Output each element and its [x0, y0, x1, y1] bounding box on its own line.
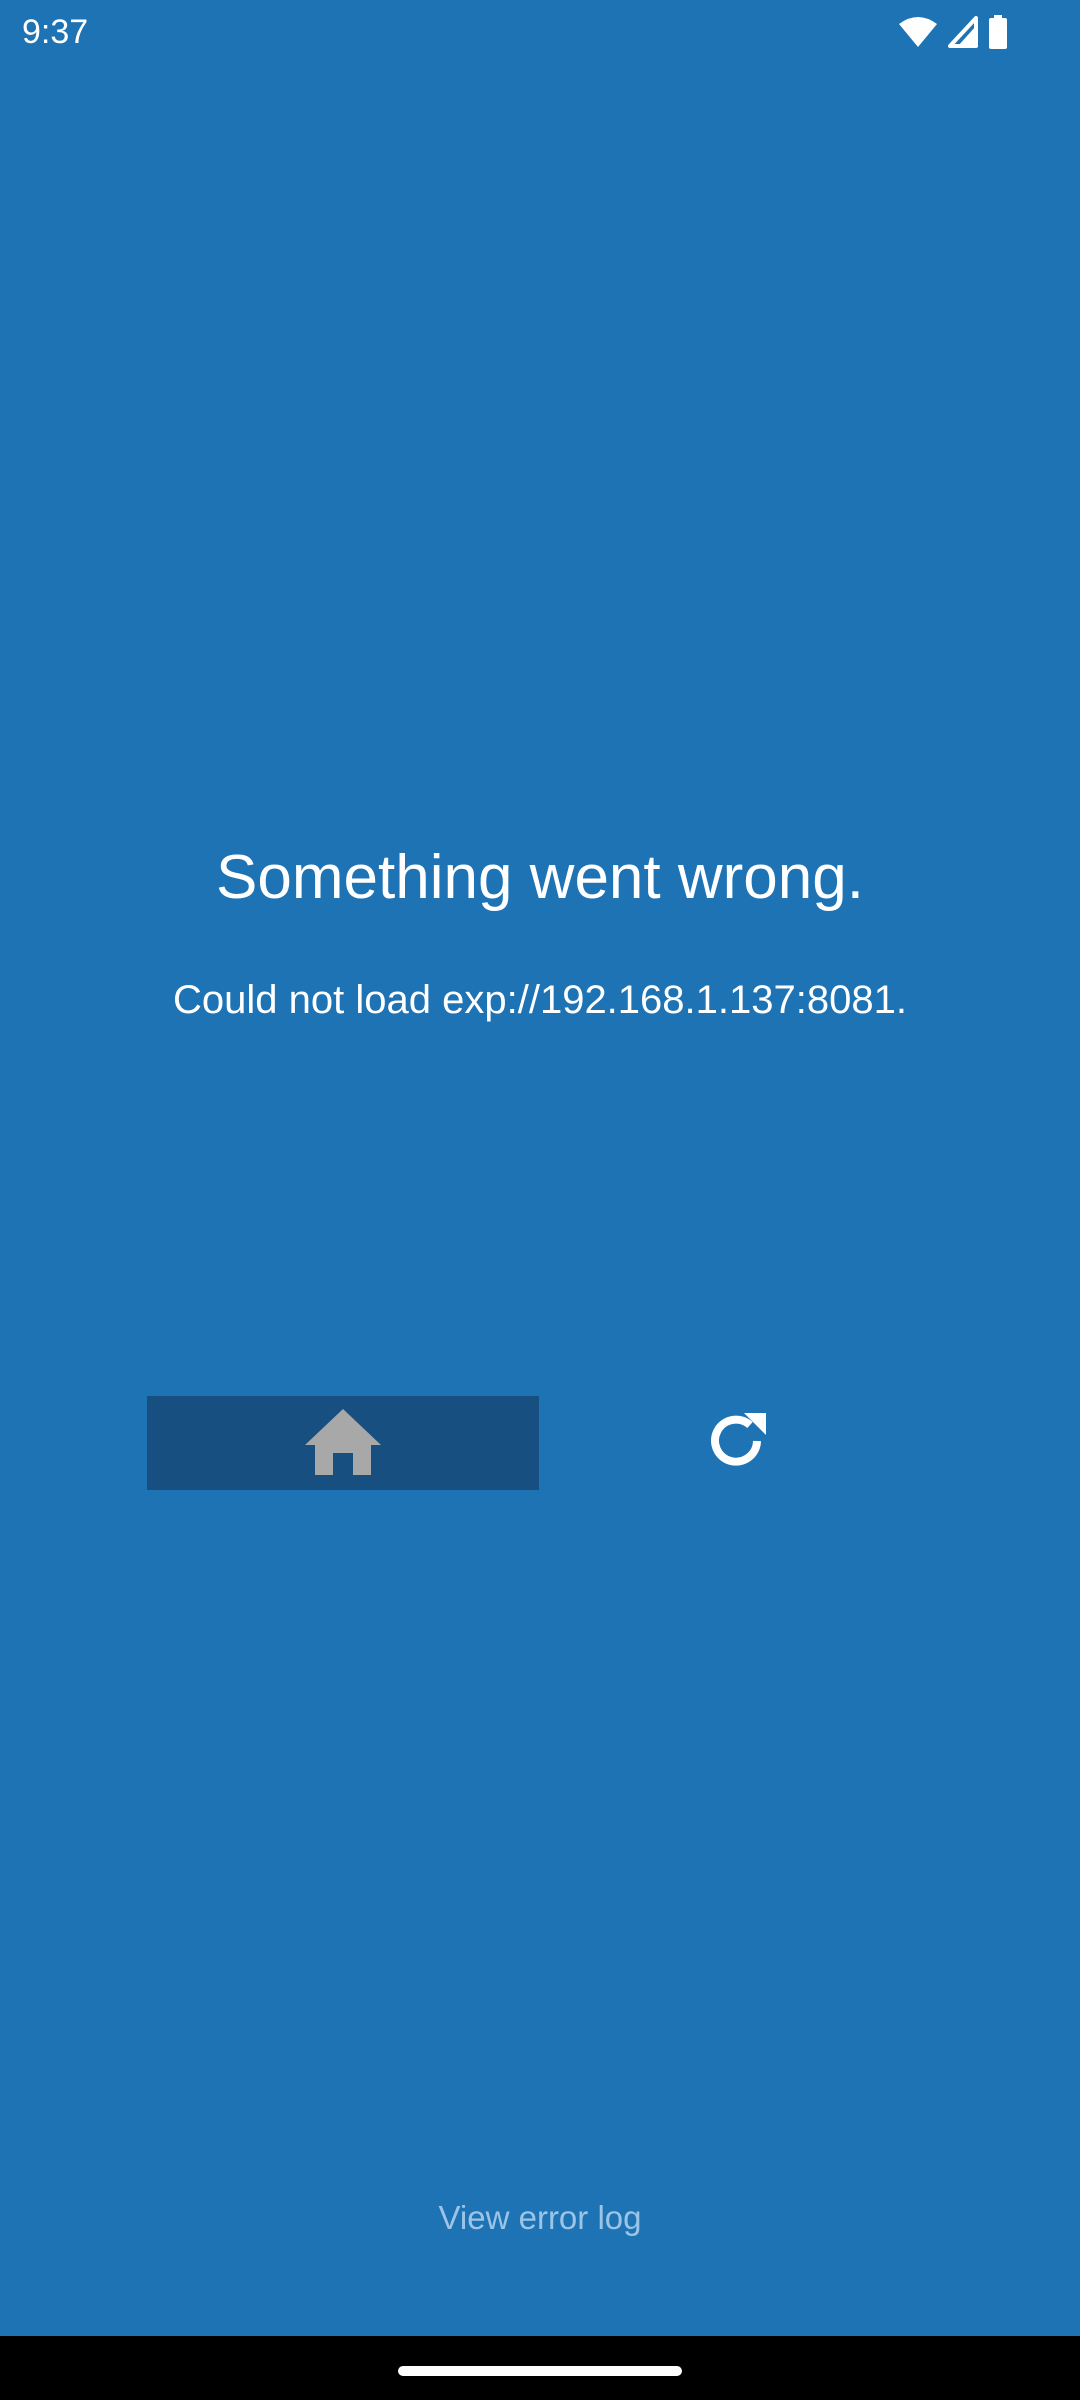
home-gesture-handle[interactable]	[398, 2366, 682, 2376]
battery-icon	[988, 15, 1008, 49]
status-bar: 9:37	[0, 0, 1080, 64]
cell-signal-icon	[948, 16, 978, 48]
error-message: Could not load exp://192.168.1.137:8081.	[173, 978, 907, 1022]
wifi-icon	[898, 16, 938, 48]
view-error-log-link[interactable]: View error log	[0, 2194, 1080, 2242]
home-icon	[303, 1405, 383, 1482]
home-button[interactable]	[147, 1396, 539, 1490]
error-screen: 9:37 Something went wrong. Could not loa…	[0, 0, 1080, 2400]
error-title: Something went wrong.	[216, 843, 864, 912]
navigation-bar	[0, 2336, 1080, 2400]
status-time: 9:37	[22, 13, 89, 51]
reload-icon	[702, 1407, 770, 1480]
reload-button[interactable]	[686, 1396, 786, 1490]
status-icons	[898, 12, 1008, 52]
